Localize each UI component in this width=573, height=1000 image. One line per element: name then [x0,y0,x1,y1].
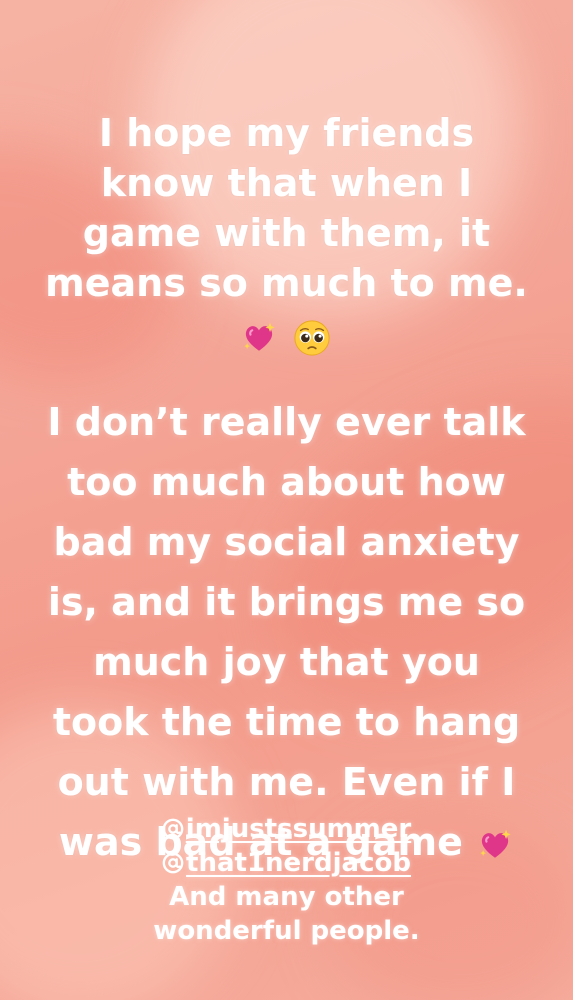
sparkling-heart-icon [244,322,275,351]
story-text-line: means so much to me. [45,261,528,305]
mention-username: imjustssummer [185,814,412,844]
story-paragraph-1: I hope my friends know that when I game … [0,108,573,360]
mentions-block: imjustssummer that1nerdjacob And many ot… [0,812,573,948]
story-text-line: know that when I [100,161,473,205]
story-text-line: I hope my friends [98,111,475,155]
mention-sticker-that1nerdjacob[interactable]: that1nerdjacob [162,846,411,880]
story-text-line: is, and it brings me so [47,580,526,624]
emoji-row [0,310,573,360]
story-text-line: bad my social anxiety [53,520,520,564]
mention-username: that1nerdjacob [186,848,411,878]
closing-line: And many other [169,882,404,912]
mention-sticker-imjustssummer[interactable]: imjustssummer [162,812,411,846]
story-text-line: too much about how [67,460,506,504]
pleading-face-icon [294,319,330,356]
story-text-line: much joy that you [93,640,480,684]
mention-at-icon [162,818,184,840]
closing-line: wonderful people. [153,916,420,946]
story-canvas: I hope my friends know that when I game … [0,0,573,1000]
story-text-line: I don’t really ever talk [47,400,526,444]
story-text-line: took the time to hang [52,700,521,744]
mention-at-icon [162,852,184,874]
story-text-line: game with them, it [82,211,491,255]
story-text-line: out with me. Even if I [57,760,516,804]
story-paragraph-2: I don’t really ever talk too much about … [0,392,573,872]
